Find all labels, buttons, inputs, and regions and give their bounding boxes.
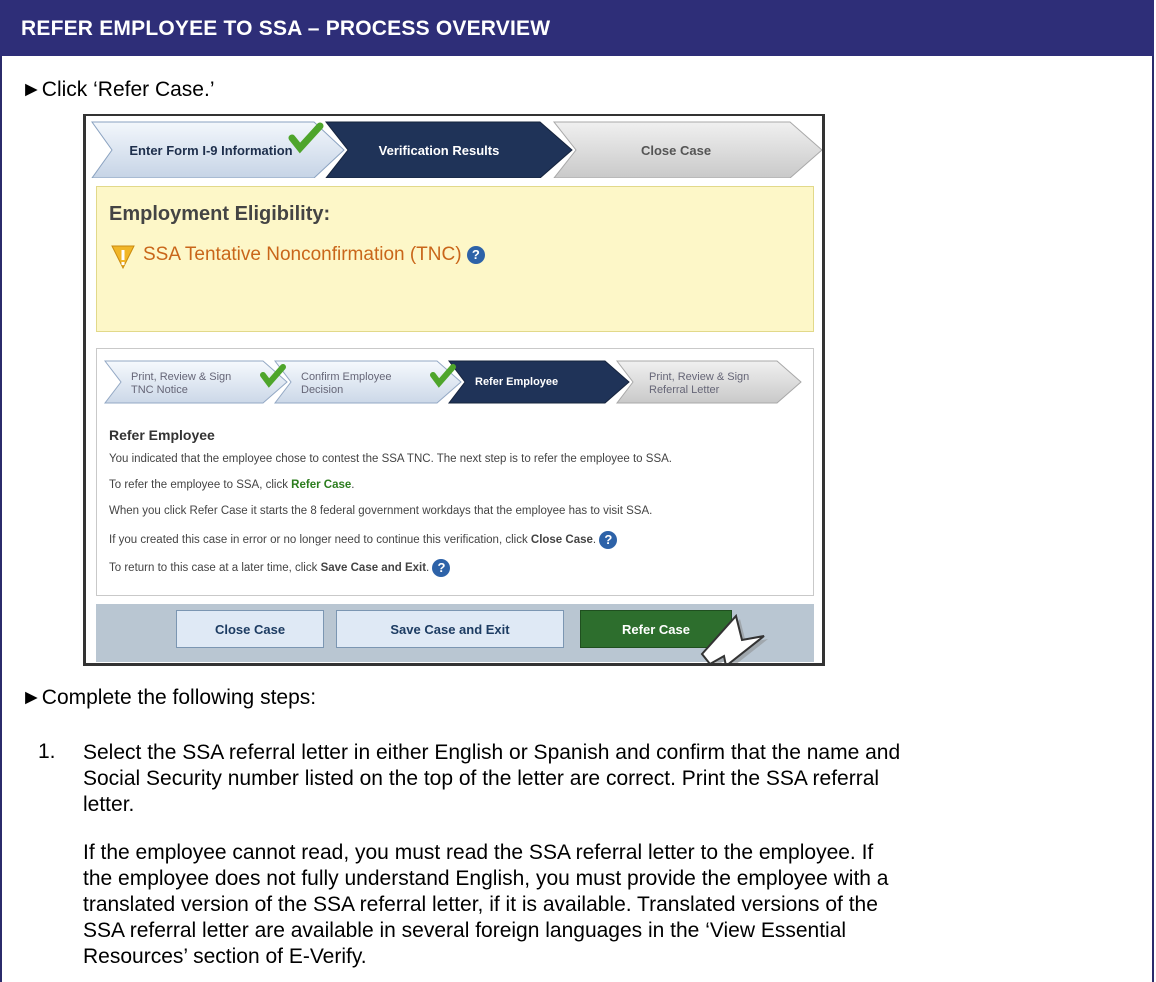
everify-screenshot: Enter Form I-9 Information Verification … bbox=[83, 114, 825, 666]
refer-employee-heading: Refer Employee bbox=[109, 427, 215, 443]
help-icon[interactable]: ? bbox=[466, 245, 485, 264]
save-exit-text: Save Case and Exit bbox=[320, 562, 427, 575]
warning-icon bbox=[111, 245, 135, 269]
refer-line-3: When you click Refer Case it starts the … bbox=[109, 505, 653, 517]
help-icon[interactable]: ? bbox=[599, 531, 618, 549]
step-enter-form-i9: Enter Form I-9 Information bbox=[129, 142, 293, 158]
text-line: SSA referral letter are available in sev… bbox=[83, 919, 847, 942]
substep-label: Confirm Employee bbox=[301, 371, 392, 383]
employment-eligibility-panel: Employment Eligibility: SSA Tentative No… bbox=[96, 186, 814, 332]
page-title: REFER EMPLOYEE TO SSA – PROCESS OVERVIEW bbox=[21, 17, 551, 40]
substep-label: TNC Notice bbox=[131, 384, 188, 396]
text-line: letter. bbox=[83, 793, 135, 816]
text: . bbox=[351, 479, 355, 491]
text-line: Social Security number listed on the top… bbox=[83, 767, 880, 790]
text-line: Resources’ section of E-Verify. bbox=[83, 945, 367, 968]
tnc-status-text: SSA Tentative Nonconfirmation (TNC) bbox=[143, 244, 462, 265]
substep-refer-employee: Refer Employee bbox=[475, 376, 559, 388]
substep-label: Referral Letter bbox=[649, 384, 720, 396]
substep-print-tnc: Print, Review & Sign TNC Notice bbox=[131, 371, 231, 397]
substep-confirm-decision: Confirm Employee Decision bbox=[301, 371, 391, 397]
help-icon[interactable]: ? bbox=[432, 559, 451, 577]
refer-case-link: Refer Case bbox=[291, 479, 352, 491]
substep-label: Print, Review & Sign bbox=[131, 371, 232, 383]
text: If you created this case in error or no … bbox=[109, 534, 531, 547]
text-line: If the employee cannot read, you must re… bbox=[83, 841, 874, 864]
close-case-button[interactable]: Close Case bbox=[176, 610, 324, 648]
text: . bbox=[426, 562, 430, 575]
step-number-1: 1. bbox=[38, 740, 56, 763]
step-1-note: If the employee cannot read, you must re… bbox=[83, 840, 1143, 970]
close-case-text: Close Case bbox=[530, 534, 593, 547]
eligibility-status: SSA Tentative Nonconfirmation (TNC) ? bbox=[143, 244, 485, 266]
text: . bbox=[592, 534, 597, 547]
text-line: translated version of the SSA referral l… bbox=[83, 893, 878, 916]
text: To refer the employee to SSA, click bbox=[109, 479, 292, 491]
refer-line-2: To refer the employee to SSA, click Refe… bbox=[109, 479, 354, 491]
refer-line-1: You indicated that the employee chose to… bbox=[109, 453, 672, 465]
text-line: the employee does not fully understand E… bbox=[83, 867, 889, 890]
substep-label: Print, Review & Sign bbox=[649, 371, 750, 383]
substep-label: Decision bbox=[301, 384, 344, 396]
refer-employee-panel: Print, Review & Sign TNC Notice Confirm E… bbox=[96, 348, 814, 596]
refer-line-5: To return to this case at a later time, … bbox=[109, 559, 451, 577]
step-verification-results: Verification Results bbox=[378, 142, 500, 158]
title-bar: REFER EMPLOYEE TO SSA – PROCESS OVERVIEW bbox=[0, 0, 1154, 56]
step-close-case: Close Case bbox=[640, 142, 712, 158]
refer-line-4: If you created this case in error or no … bbox=[109, 531, 618, 549]
save-case-and-exit-button[interactable]: Save Case and Exit bbox=[336, 610, 564, 648]
text-line: Select the SSA referral letter in either… bbox=[83, 741, 901, 764]
instruction-complete-steps: ►Complete the following steps: bbox=[21, 686, 317, 709]
step-1-text: Select the SSA referral letter in either… bbox=[83, 740, 1143, 818]
page: REFER EMPLOYEE TO SSA – PROCESS OVERVIEW… bbox=[0, 0, 1156, 982]
mouse-cursor-icon bbox=[700, 613, 768, 663]
instruction-click-refer: ►Click ‘Refer Case.’ bbox=[21, 78, 215, 101]
substep-print-referral: Print, Review & Sign Referral Letter bbox=[649, 371, 749, 397]
text: To return to this case at a later time, … bbox=[109, 562, 321, 575]
eligibility-heading: Employment Eligibility: bbox=[109, 203, 331, 225]
